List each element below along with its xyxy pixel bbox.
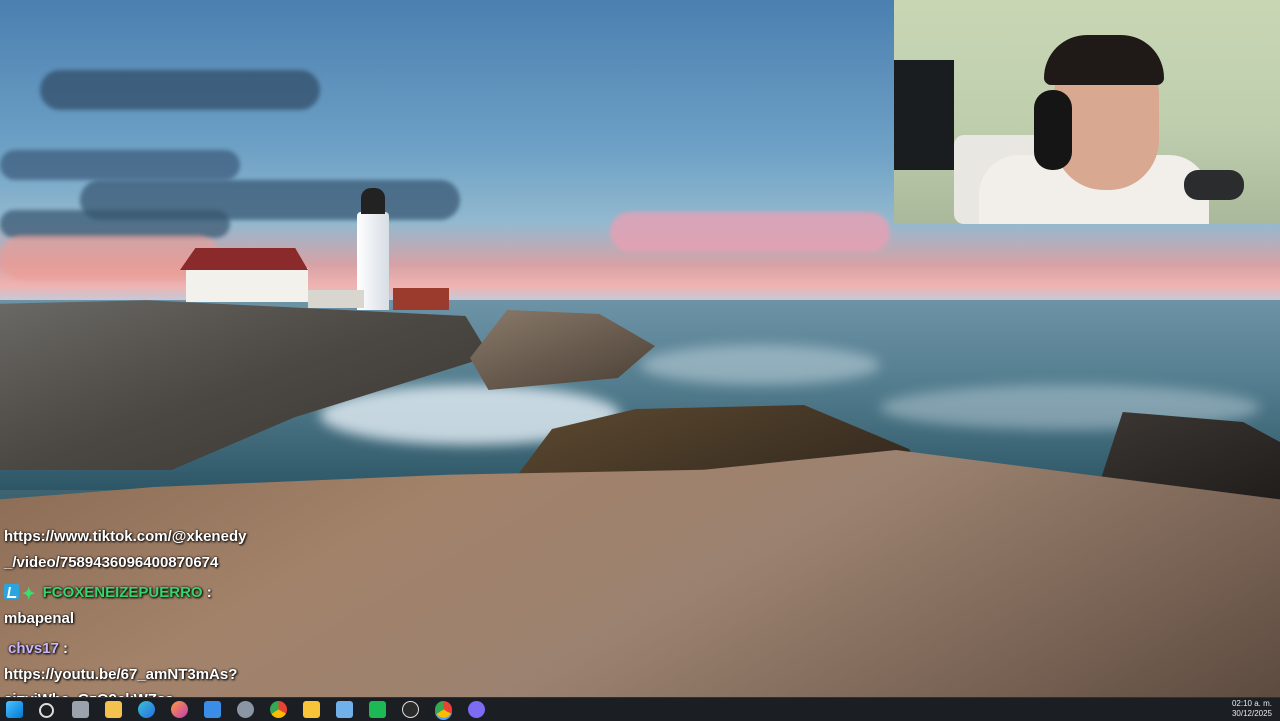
wallpaper-cloud (0, 210, 230, 238)
notepad-icon[interactable] (336, 701, 353, 718)
chat-separator: : (202, 584, 212, 601)
chat-message-text: mbapenal (4, 609, 75, 627)
sparkle-badge-icon: ✦ (22, 586, 36, 603)
settings-icon[interactable] (237, 701, 254, 718)
explorer-icon[interactable] (105, 701, 122, 718)
wallpaper-cloud-pink (610, 212, 890, 252)
chat-message-text: _/video/7589436096400870674 (4, 553, 219, 571)
system-clock[interactable]: 02:10 a. m. 30/12/2025 (1232, 699, 1272, 719)
chat-username[interactable]: FCOXENEIZEPUERRO (43, 584, 203, 601)
task-view-icon[interactable] (72, 701, 89, 718)
chrome-icon[interactable] (270, 701, 287, 718)
firefox-icon[interactable] (171, 701, 188, 718)
wallpaper-cloud (40, 70, 320, 110)
keepers-house-roof (180, 248, 308, 270)
folder-icon[interactable] (303, 701, 320, 718)
chrome-profile-icon[interactable] (435, 701, 452, 718)
webcam-clothes (1184, 170, 1244, 200)
webcam-overlay (894, 0, 1280, 224)
taskbar: 02:10 a. m. 30/12/2025 (0, 697, 1280, 721)
obs-icon[interactable] (402, 701, 419, 718)
webcam-headphones (1034, 90, 1072, 170)
edge-icon[interactable] (138, 701, 155, 718)
app-green-icon[interactable] (369, 701, 386, 718)
clock-time: 02:10 a. m. (1231, 699, 1272, 708)
red-building (393, 288, 449, 310)
discord-icon[interactable] (468, 701, 485, 718)
chat-message-text: https://www.tiktok.com/@xkenedy (4, 528, 247, 545)
clock-date: 30/12/2025 (1231, 709, 1272, 718)
keepers-house (186, 268, 308, 302)
chat-message-header: chvs17 : (4, 636, 324, 662)
chat-message-text: https://youtu.be/67_amNT3mAs? (4, 665, 238, 683)
lighthouse-lantern (361, 188, 385, 214)
verified-badge-icon (4, 584, 19, 599)
start-icon[interactable] (6, 701, 23, 718)
chat-message-header: ✦ FCOXENEIZEPUERRO : (4, 580, 324, 606)
chat-separator: : (58, 640, 69, 657)
search-icon[interactable] (39, 703, 54, 718)
webcam-person-hair (1044, 35, 1164, 85)
store-icon[interactable] (204, 701, 221, 718)
chat-username[interactable]: chvs17 (8, 640, 59, 657)
webcam-jersey (894, 60, 954, 170)
side-building (308, 290, 364, 308)
chat-overlay: https://www.tiktok.com/@xkenedy _/video/… (4, 524, 324, 713)
wallpaper-foam (640, 345, 880, 385)
wallpaper-cloud (0, 150, 240, 180)
